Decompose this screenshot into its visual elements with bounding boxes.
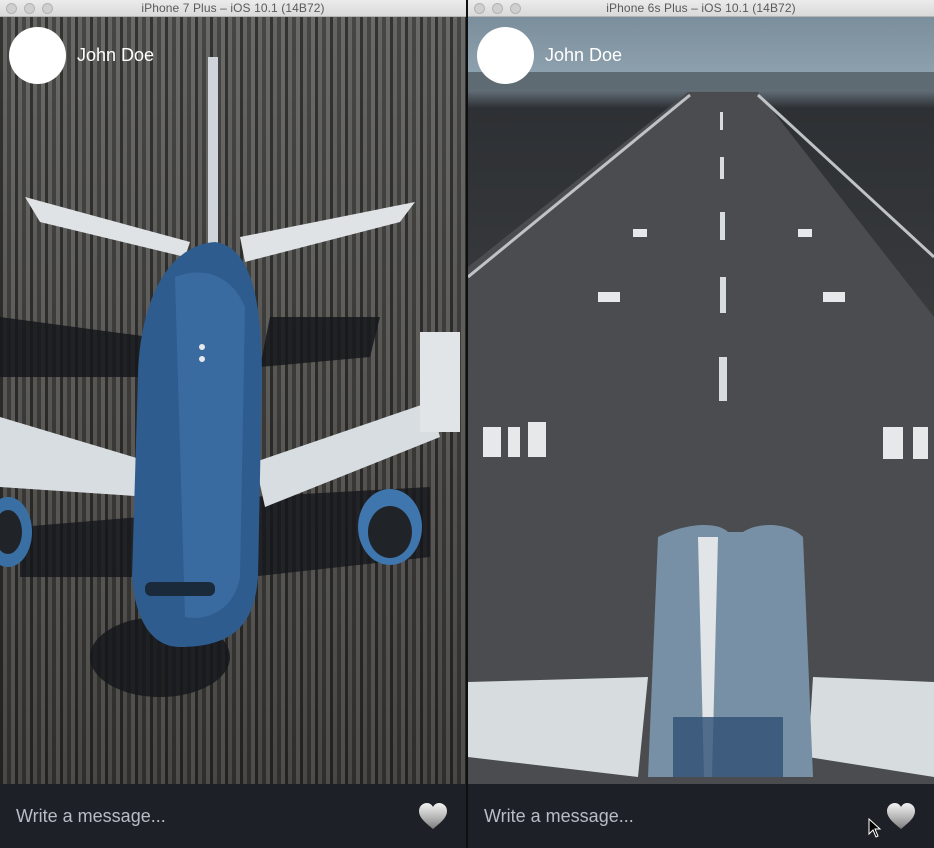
avatar[interactable] <box>9 27 66 84</box>
window-titlebar[interactable]: iPhone 6s Plus – iOS 10.1 (14B72) <box>468 0 934 17</box>
runway-takeoff-image <box>468 72 934 848</box>
mouse-pointer-icon <box>868 818 882 838</box>
message-bar <box>0 784 466 848</box>
desktop: iPhone 7 Plus – iOS 10.1 (14B72) John Do… <box>0 0 934 848</box>
avatar[interactable] <box>477 27 534 84</box>
close-window-button[interactable] <box>6 3 17 14</box>
message-input[interactable] <box>16 796 416 836</box>
simulator-window-iphone-7-plus: iPhone 7 Plus – iOS 10.1 (14B72) John Do… <box>0 0 466 848</box>
minimize-window-button[interactable] <box>492 3 503 14</box>
phone-screen: John Doe <box>0 17 466 848</box>
window-title: iPhone 7 Plus – iOS 10.1 (14B72) <box>141 1 325 15</box>
window-controls <box>474 3 521 14</box>
video-background <box>0 17 466 848</box>
like-button[interactable] <box>884 799 918 833</box>
message-input[interactable] <box>484 796 884 836</box>
heart-icon <box>887 803 915 829</box>
minimize-window-button[interactable] <box>24 3 35 14</box>
simulator-window-iphone-6s-plus: iPhone 6s Plus – iOS 10.1 (14B72) John D… <box>466 0 934 848</box>
user-name[interactable]: John Doe <box>77 45 154 66</box>
user-header: John Doe <box>9 27 154 84</box>
zoom-window-button[interactable] <box>510 3 521 14</box>
window-title: iPhone 6s Plus – iOS 10.1 (14B72) <box>606 1 796 15</box>
message-bar <box>468 784 934 848</box>
window-titlebar[interactable]: iPhone 7 Plus – iOS 10.1 (14B72) <box>0 0 466 17</box>
user-name[interactable]: John Doe <box>545 45 622 66</box>
phone-screen: John Doe <box>468 17 934 848</box>
window-controls <box>6 3 53 14</box>
heart-icon <box>419 803 447 829</box>
user-header: John Doe <box>477 27 622 84</box>
close-window-button[interactable] <box>474 3 485 14</box>
zoom-window-button[interactable] <box>42 3 53 14</box>
like-button[interactable] <box>416 799 450 833</box>
airplane-top-view-image <box>0 57 460 697</box>
video-background <box>468 17 934 848</box>
